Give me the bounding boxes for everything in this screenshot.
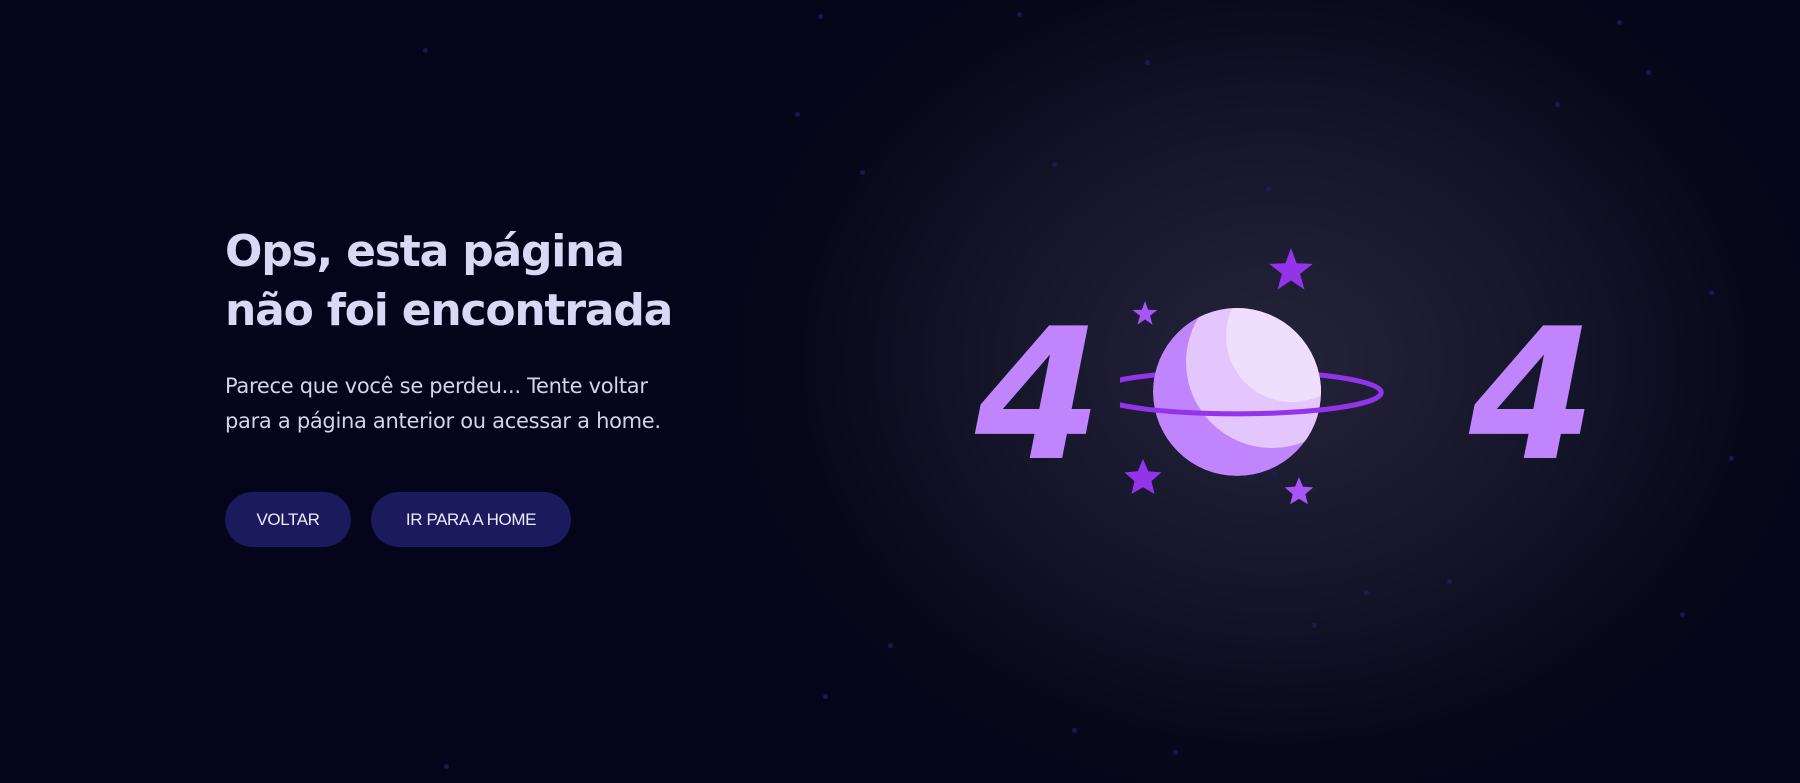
background-star — [1729, 456, 1734, 461]
page-description-line-2: para a página anterior ou acessar a home… — [225, 409, 661, 433]
background-star — [444, 764, 449, 769]
star-icon — [1269, 248, 1313, 290]
background-star — [818, 14, 823, 19]
star-icon — [1132, 301, 1158, 325]
background-star — [1145, 60, 1150, 65]
background-star — [1173, 750, 1178, 755]
star-icon — [1124, 459, 1162, 494]
background-star — [1266, 186, 1271, 191]
page-description-line-1: Parece que você se perdeu... Tente volta… — [225, 374, 648, 398]
background-star — [888, 643, 893, 648]
error-404-illustration: 4 4 — [960, 230, 1600, 530]
background-star — [1680, 612, 1685, 617]
background-star — [823, 694, 828, 699]
background-star — [1646, 70, 1651, 75]
page-title-line-1: Ops, esta página — [225, 226, 625, 277]
background-star — [423, 48, 428, 53]
background-star — [1052, 162, 1057, 167]
error-content: Ops, esta página não foi encontrada Pare… — [225, 222, 745, 547]
background-star — [1447, 579, 1452, 584]
background-star — [1364, 590, 1369, 595]
background-star — [1072, 728, 1077, 733]
background-star — [1017, 12, 1022, 17]
page-title-line-2: não foi encontrada — [225, 285, 673, 336]
go-home-button[interactable]: IR PARA A HOME — [371, 492, 571, 547]
background-star — [1709, 290, 1714, 295]
action-buttons: VOLTAR IR PARA A HOME — [225, 492, 745, 547]
star-icon — [1284, 477, 1314, 505]
planet-body — [1153, 308, 1321, 476]
background-star — [1617, 20, 1622, 25]
page-description: Parece que você se perdeu... Tente volta… — [225, 369, 745, 439]
planet-icon — [1120, 248, 1384, 505]
background-star — [1555, 102, 1560, 107]
error-digit-right: 4 — [1469, 289, 1596, 501]
background-star — [1312, 623, 1317, 628]
back-button[interactable]: VOLTAR — [225, 492, 351, 547]
error-digit-left: 4 — [975, 289, 1102, 501]
page-title: Ops, esta página não foi encontrada — [225, 222, 745, 340]
background-star — [795, 112, 800, 117]
background-star — [860, 170, 865, 175]
